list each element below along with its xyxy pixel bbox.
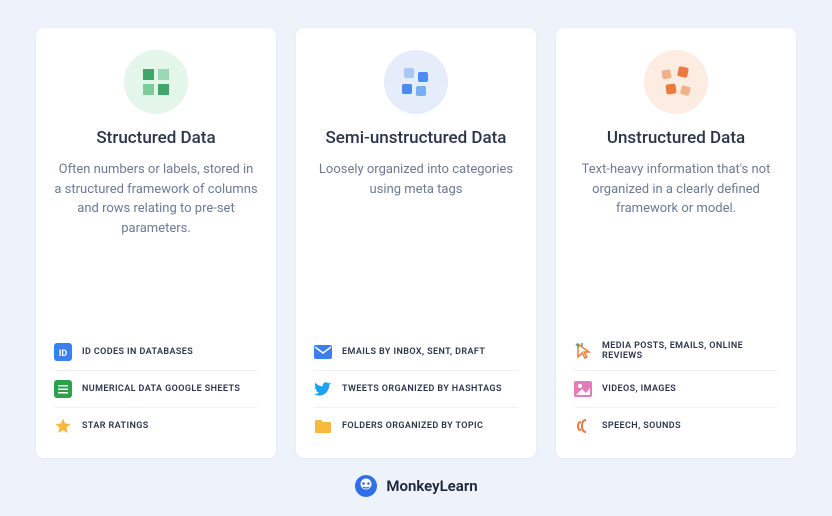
- example-label: MEDIA POSTS, EMAILS, ONLINE REVIEWS: [602, 341, 778, 361]
- example-item: STAR RATINGS: [54, 408, 258, 444]
- example-label: NUMERICAL DATA GOOGLE SHEETS: [82, 384, 240, 394]
- card-unstructured: Unstructured Data Text-heavy information…: [556, 28, 796, 458]
- example-item: TWEETS ORGANIZED BY HASHTAGS: [314, 371, 518, 408]
- example-item: NUMERICAL DATA GOOGLE SHEETS: [54, 371, 258, 408]
- id-icon: ID: [54, 343, 72, 361]
- footer: MonkeyLearn: [36, 458, 796, 498]
- example-label: ID CODES IN DATABASES: [82, 347, 193, 357]
- sheet-icon: [54, 380, 72, 398]
- cursor-icon: [574, 342, 592, 360]
- examples-list: ID ID CODES IN DATABASES NUMERICAL DATA …: [54, 334, 258, 444]
- star-icon: [54, 417, 72, 435]
- card-description: Loosely organized into categories using …: [314, 160, 518, 199]
- examples-list: EMAILS BY INBOX, SENT, DRAFT TWEETS ORGA…: [314, 334, 518, 444]
- structured-icon: [124, 50, 188, 114]
- svg-text:ID: ID: [59, 349, 68, 359]
- examples-list: MEDIA POSTS, EMAILS, ONLINE REVIEWS VIDE…: [574, 332, 778, 444]
- monkeylearn-logo-icon: [354, 474, 378, 498]
- example-item: SPEECH, SOUNDS: [574, 408, 778, 444]
- example-item: FOLDERS ORGANIZED BY TOPIC: [314, 408, 518, 444]
- example-item: MEDIA POSTS, EMAILS, ONLINE REVIEWS: [574, 332, 778, 371]
- example-label: FOLDERS ORGANIZED BY TOPIC: [342, 421, 483, 431]
- card-semi-unstructured: Semi-unstructured Data Loosely organized…: [296, 28, 536, 458]
- semi-unstructured-icon: [384, 50, 448, 114]
- cards-container: Structured Data Often numbers or labels,…: [36, 28, 796, 458]
- example-label: TWEETS ORGANIZED BY HASHTAGS: [342, 384, 502, 394]
- card-title: Semi-unstructured Data: [314, 128, 518, 148]
- folder-icon: [314, 417, 332, 435]
- example-label: STAR RATINGS: [82, 421, 149, 431]
- twitter-icon: [314, 380, 332, 398]
- example-item: VIDEOS, IMAGES: [574, 371, 778, 408]
- card-title: Structured Data: [54, 128, 258, 148]
- example-label: EMAILS BY INBOX, SENT, DRAFT: [342, 347, 485, 357]
- card-description: Often numbers or labels, stored in a str…: [54, 160, 258, 238]
- mail-icon: [314, 343, 332, 361]
- card-title: Unstructured Data: [574, 128, 778, 148]
- example-item: EMAILS BY INBOX, SENT, DRAFT: [314, 334, 518, 371]
- unstructured-icon: [644, 50, 708, 114]
- example-label: SPEECH, SOUNDS: [602, 421, 681, 431]
- sound-icon: [574, 417, 592, 435]
- card-structured: Structured Data Often numbers or labels,…: [36, 28, 276, 458]
- image-icon: [574, 380, 592, 398]
- example-item: ID ID CODES IN DATABASES: [54, 334, 258, 371]
- example-label: VIDEOS, IMAGES: [602, 384, 676, 394]
- card-description: Text-heavy information that's not organi…: [574, 160, 778, 219]
- footer-brand: MonkeyLearn: [386, 477, 477, 495]
